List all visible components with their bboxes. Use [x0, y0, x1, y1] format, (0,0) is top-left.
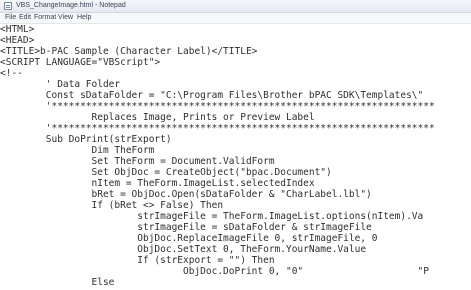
menu-help[interactable]: Help [77, 13, 91, 23]
notepad-icon [4, 2, 12, 10]
window-title: VBS_ChangeImage.html - Notepad [16, 2, 126, 9]
menu-format[interactable]: Format [34, 13, 56, 23]
notepad-window: VBS_ChangeImage.html - Notepad File Edit… [0, 0, 471, 290]
title-bar[interactable]: VBS_ChangeImage.html - Notepad [0, 0, 471, 13]
menu-file[interactable]: File [5, 13, 16, 23]
menu-edit[interactable]: Edit [19, 13, 31, 23]
code-line: Else [0, 277, 115, 288]
menu-view[interactable]: View [58, 13, 73, 23]
menu-bar: File Edit Format View Help [0, 13, 471, 24]
text-editor-area[interactable]: <HTML> <HEAD> <TITLE>b-PAC Sample (Chara… [0, 24, 471, 290]
code-line: <SCRIPT LANGUAGE="VBScript"> [0, 57, 161, 68]
